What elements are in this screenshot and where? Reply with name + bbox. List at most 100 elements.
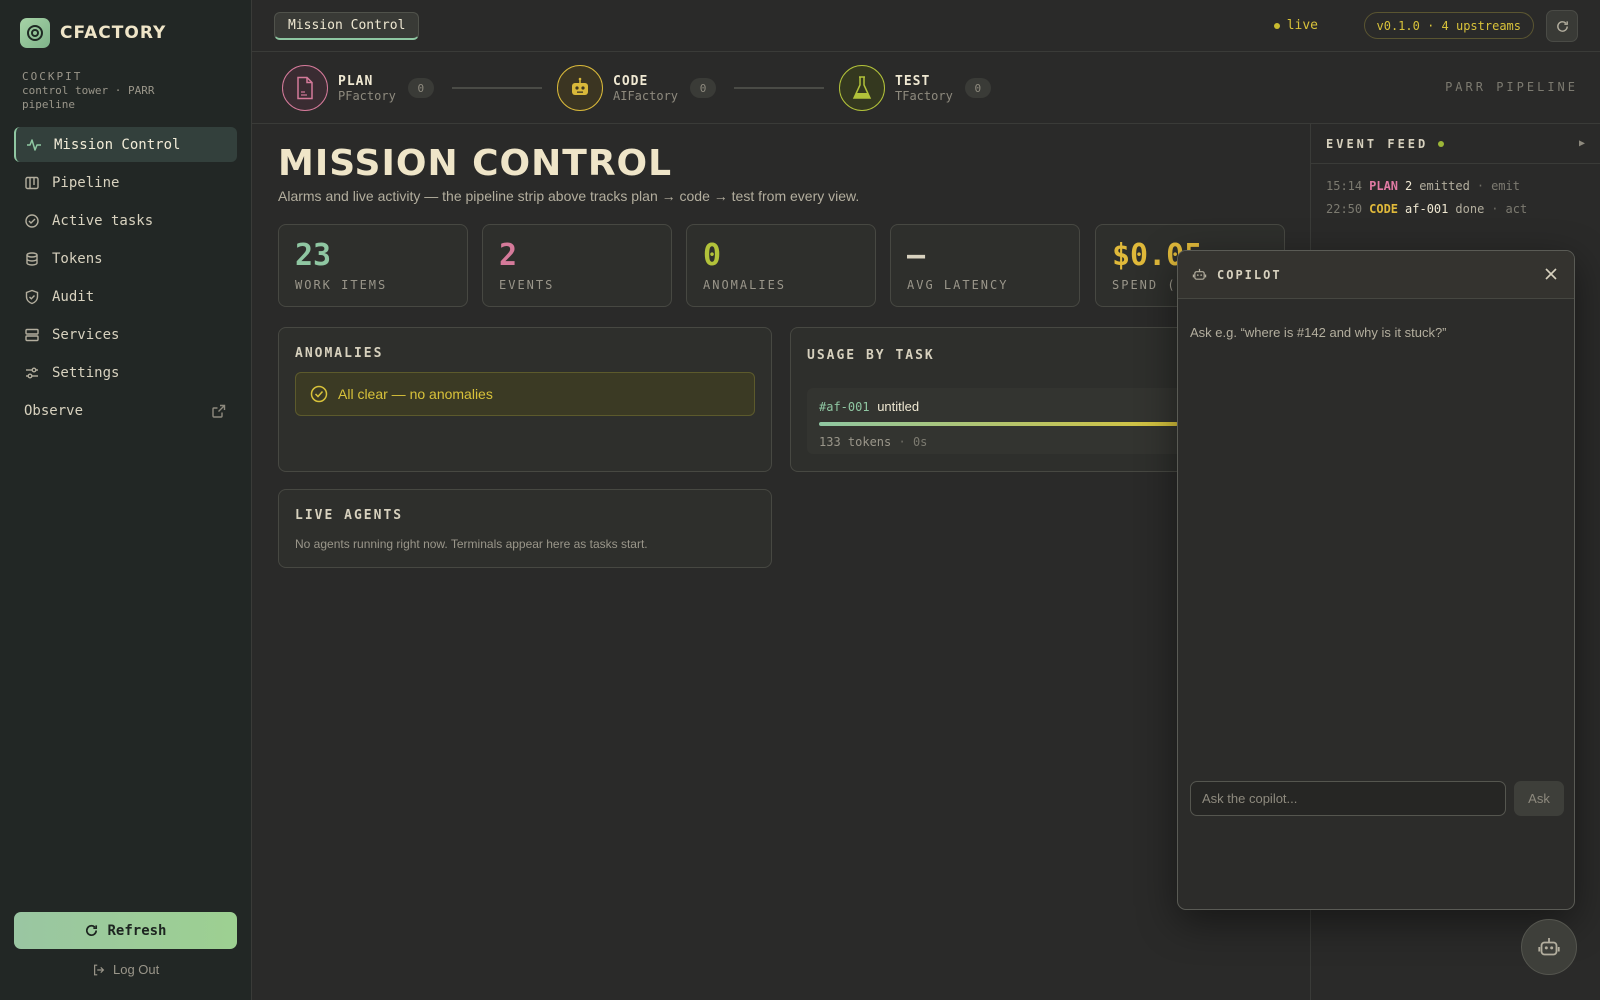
event-verb: done <box>1455 202 1485 216</box>
stage-count: 0 <box>964 78 991 98</box>
flask-icon <box>839 65 885 111</box>
sidebar-item-services[interactable]: Services <box>14 317 237 352</box>
stage-sub: TFactory <box>895 88 953 103</box>
live-indicator: live <box>1273 18 1318 33</box>
refresh-icon <box>86 924 98 936</box>
close-icon[interactable] <box>1542 265 1560 283</box>
card-title: USAGE BY TASK <box>807 348 935 363</box>
brand[interactable]: CFACTORY <box>20 18 166 48</box>
stage-sub: PFactory <box>338 88 396 103</box>
live-label: live <box>1286 18 1318 33</box>
sidebar-item-label: Pipeline <box>52 174 120 191</box>
stat-label: ANOMALIES <box>703 278 787 292</box>
stat-label: WORK ITEMS <box>295 278 388 292</box>
stat-events: 2 EVENTS <box>482 224 672 307</box>
task-name: untitled <box>877 399 920 414</box>
shield-check-icon <box>25 289 39 304</box>
tab-mission-control[interactable]: Mission Control <box>274 12 420 40</box>
refresh-button[interactable]: Refresh <box>14 912 237 949</box>
event-subject: 2 <box>1405 179 1413 193</box>
activity-icon <box>27 138 41 151</box>
sidebar-item-label: Settings <box>52 364 120 381</box>
stage-count: 0 <box>690 78 717 98</box>
logo-icon <box>20 18 50 48</box>
pipeline-strip: PLAN PFactory 0 CODE AIFactory 0 TEST TF… <box>252 52 1600 124</box>
card-title: LIVE AGENTS <box>295 508 404 523</box>
event-row[interactable]: 15:14 PLAN 2 emitted · emit <box>1311 179 1600 193</box>
play-icon[interactable]: ▶ <box>1579 138 1585 149</box>
stat-value: 23 <box>295 238 332 273</box>
server-icon <box>25 328 39 341</box>
brand-name: CFACTORY <box>60 23 167 43</box>
copilot-hint: Ask e.g. “where is #142 and why is it st… <box>1190 325 1447 340</box>
stage-name: TEST <box>895 73 931 89</box>
stat-work-items: 23 WORK ITEMS <box>278 224 468 307</box>
version-badge: v0.1.0 · 4 upstreams <box>1363 12 1534 39</box>
logout-icon <box>94 964 105 975</box>
stage-sub: AIFactory <box>613 88 679 103</box>
event-kind: emit <box>1491 179 1520 193</box>
refresh-icon <box>1556 20 1568 32</box>
sidebar-item-pipeline[interactable]: Pipeline <box>14 165 237 200</box>
external-link-icon <box>212 404 226 418</box>
logout-button[interactable]: Log Out <box>92 962 159 977</box>
sidebar-item-active-tasks[interactable]: Active tasks <box>14 203 237 238</box>
copilot-toggle-button[interactable] <box>1521 919 1577 975</box>
live-agents-card: LIVE AGENTS No agents running right now.… <box>278 489 772 568</box>
event-feed-header: EVENT FEED ▶ <box>1311 124 1600 164</box>
event-stage: PLAN <box>1369 179 1399 193</box>
pipeline-connector <box>452 87 542 89</box>
stage-count: 0 <box>407 78 434 98</box>
usage-row[interactable]: #af-001 untitled 133 tokens · 0s <box>807 388 1190 454</box>
event-stage: CODE <box>1369 202 1399 216</box>
stat-avg-latency: — AVG LATENCY <box>890 224 1080 307</box>
check-circle-icon <box>25 213 39 228</box>
sidebar-item-settings[interactable]: Settings <box>14 355 237 390</box>
sidebar-item-label: Mission Control <box>54 136 181 153</box>
stat-value: 0 <box>703 238 722 273</box>
sidebar-item-observe[interactable]: Observe <box>14 393 237 428</box>
copilot-input[interactable] <box>1190 781 1506 816</box>
logout-label: Log Out <box>113 962 160 977</box>
usage-card: USAGE BY TASK #af-001 untitled 133 token… <box>790 327 1190 472</box>
live-dot <box>1273 22 1280 29</box>
refresh-label: Refresh <box>107 922 167 939</box>
cockpit-info: COCKPIT control tower · PARR pipeline <box>22 70 182 112</box>
sidebar-item-tokens[interactable]: Tokens <box>14 241 237 276</box>
ask-button[interactable]: Ask <box>1514 781 1564 816</box>
stat-value: 2 <box>499 238 518 273</box>
stage-test[interactable]: TEST TFactory 0 <box>839 65 991 111</box>
sidebar-item-label: Audit <box>52 288 95 305</box>
event-kind: act <box>1505 202 1528 216</box>
task-tokens: 133 tokens <box>819 435 892 449</box>
stat-value: — <box>907 238 926 273</box>
task-time: 0s <box>912 435 928 449</box>
database-icon <box>26 251 38 266</box>
copilot-header: COPILOT <box>1178 251 1574 299</box>
stat-label: EVENTS <box>499 278 555 292</box>
sidebar: CFACTORY COCKPIT control tower · PARR pi… <box>0 0 252 1000</box>
copilot-panel: COPILOT Ask e.g. “where is #142 and why … <box>1177 250 1575 910</box>
event-verb: emitted <box>1419 179 1470 193</box>
cockpit-label: COCKPIT <box>22 70 83 83</box>
sidebar-item-mission-control[interactable]: Mission Control <box>14 127 237 162</box>
topbar-refresh-button[interactable] <box>1546 10 1578 42</box>
feed-status-dot <box>1438 140 1445 147</box>
usage-bar <box>819 422 1178 426</box>
sliders-icon <box>26 367 38 378</box>
stage-plan[interactable]: PLAN PFactory 0 <box>282 65 434 111</box>
sidebar-item-label: Active tasks <box>52 212 154 229</box>
robot-icon <box>1192 268 1207 280</box>
sidebar-item-audit[interactable]: Audit <box>14 279 237 314</box>
event-time: 15:14 <box>1326 179 1363 193</box>
robot-icon <box>1538 938 1560 956</box>
sidebar-nav: Mission Control Pipeline Active tasks To… <box>14 127 237 431</box>
pipeline-connector <box>734 87 824 89</box>
sidebar-item-label: Tokens <box>52 250 103 267</box>
event-feed-title: EVENT FEED <box>1326 136 1429 151</box>
event-row[interactable]: 22:50 CODE af-001 done · act <box>1311 202 1600 216</box>
page-title: MISSION CONTROL <box>278 143 673 184</box>
stage-name: CODE <box>613 73 649 89</box>
stage-name: PLAN <box>338 73 374 89</box>
stage-code[interactable]: CODE AIFactory 0 <box>557 65 717 111</box>
